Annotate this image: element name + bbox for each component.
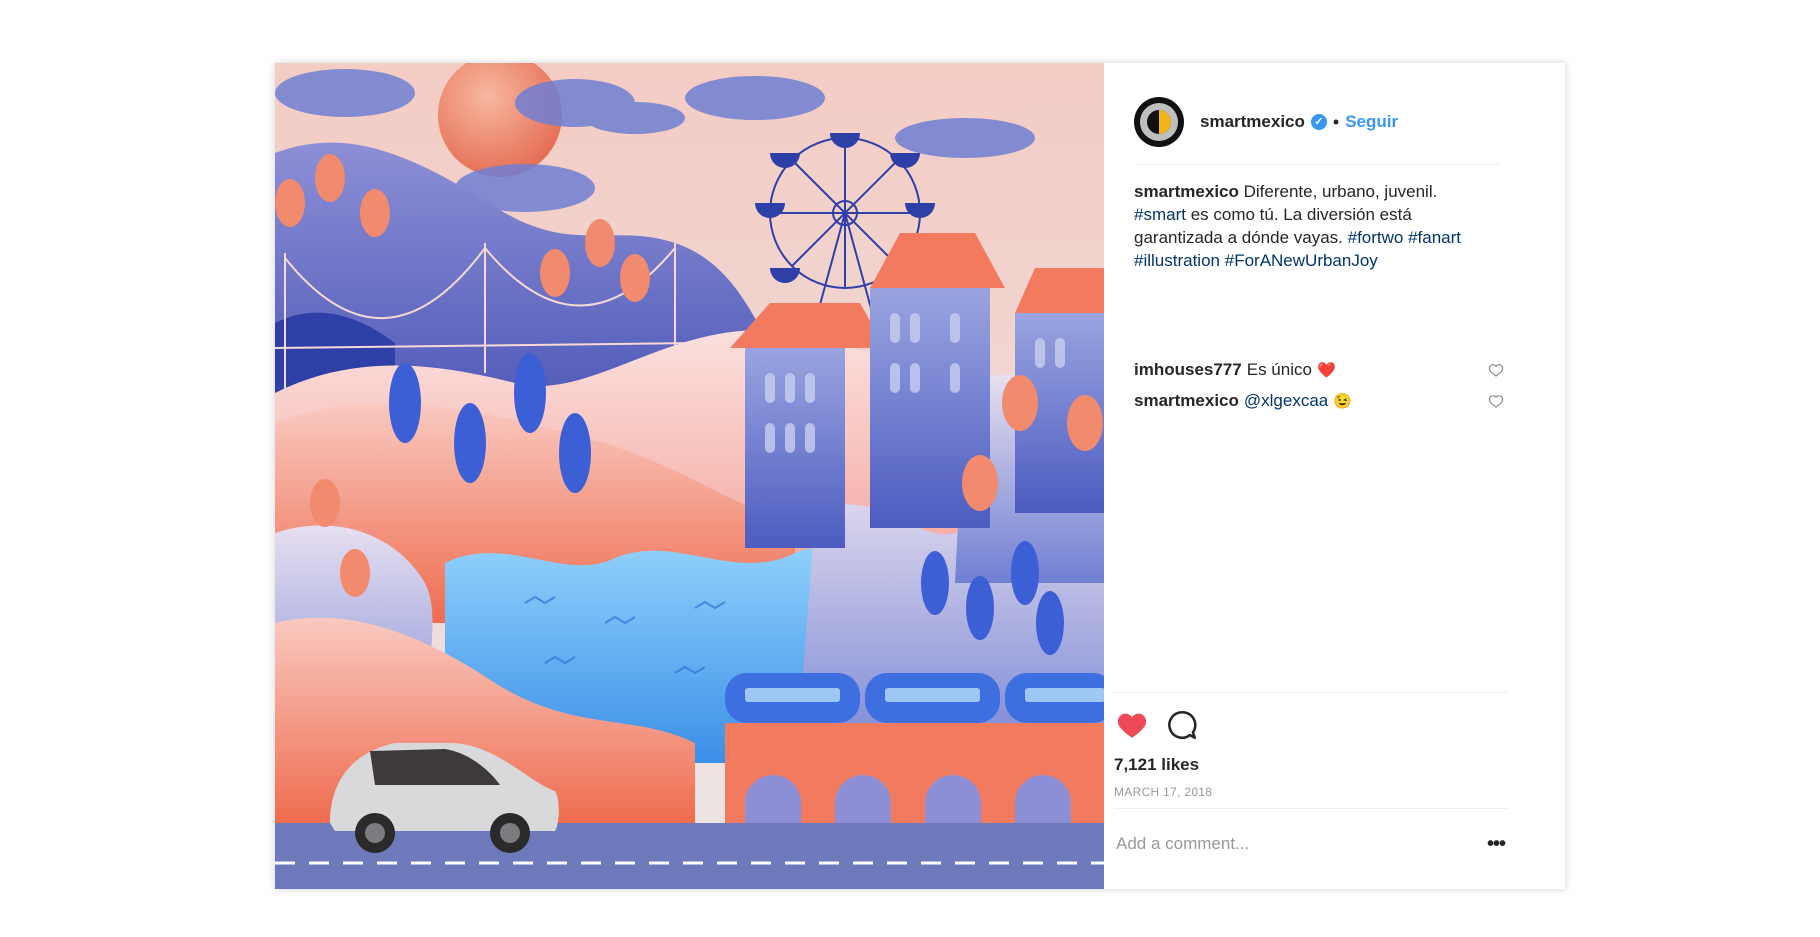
hashtag-smart[interactable]: #smart <box>1134 205 1186 224</box>
verified-badge-icon: ✓ <box>1310 114 1327 130</box>
add-comment-input[interactable] <box>1114 833 1468 855</box>
post-caption: smartmexico Diferente, urbano, juvenil. … <box>1134 180 1489 272</box>
comment-bubble-icon[interactable] <box>1164 708 1200 742</box>
comment-text: Es único <box>1246 360 1312 379</box>
header-separator: • <box>1332 111 1340 132</box>
hashtag-illustration[interactable]: #illustration <box>1134 251 1220 270</box>
caption-text: Diferente, urbano, juvenil. <box>1238 182 1438 201</box>
comment-like-heart-icon[interactable] <box>1488 393 1504 409</box>
comment-emoji: 😉 <box>1333 393 1352 410</box>
hashtag-forannewurbanjoy[interactable]: #ForANewUrbanJoy <box>1225 251 1378 270</box>
divider <box>1114 692 1508 693</box>
comment-emoji: ❤️ <box>1316 362 1336 379</box>
comment-item: imhouses777 Es único ❤️ <box>1134 360 1504 380</box>
avatar[interactable] <box>1134 97 1184 147</box>
landscape-illustration <box>275 63 1104 889</box>
divider <box>1114 808 1508 809</box>
divider <box>1134 164 1499 165</box>
post-actions <box>1114 703 1200 747</box>
follow-button[interactable]: Seguir <box>1345 112 1398 132</box>
instagram-post: smartmexico ✓ • Seguir smartmexico Difer… <box>275 63 1565 889</box>
hashtag-fortwo[interactable]: #fortwo <box>1348 228 1404 247</box>
caption-username[interactable]: smartmexico <box>1134 182 1239 201</box>
comment-item: smartmexico @xlgexcaa 😉 <box>1134 391 1504 411</box>
hashtag-fanart[interactable]: #fanart <box>1408 228 1461 247</box>
likes-count[interactable]: 7,121 likes <box>1114 755 1199 775</box>
comment-mention[interactable]: @xlgexcaa <box>1244 391 1328 411</box>
comment-like-heart-icon[interactable] <box>1488 362 1504 378</box>
comment-username[interactable]: smartmexico <box>1134 391 1239 411</box>
comment-username[interactable]: imhouses777 <box>1134 360 1242 380</box>
header-username[interactable]: smartmexico <box>1200 112 1305 132</box>
post-side-panel: smartmexico ✓ • Seguir smartmexico Difer… <box>1104 63 1565 889</box>
heart-filled-icon[interactable] <box>1114 708 1150 742</box>
post-image[interactable] <box>275 63 1104 889</box>
more-options-button[interactable]: ••• <box>1487 833 1506 856</box>
post-header: smartmexico ✓ • Seguir <box>1134 87 1499 157</box>
post-date: MARCH 17, 2018 <box>1114 785 1213 799</box>
